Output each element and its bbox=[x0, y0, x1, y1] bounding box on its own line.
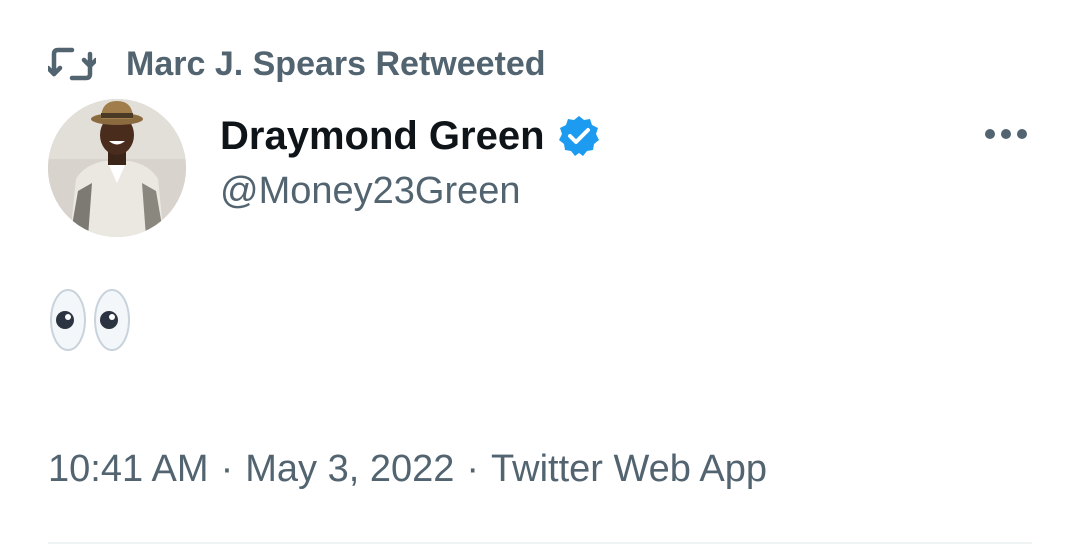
tweet-text bbox=[50, 288, 140, 354]
social-context[interactable]: Marc J. Spears Retweeted bbox=[48, 44, 546, 84]
retweet-icon bbox=[48, 44, 96, 84]
divider bbox=[48, 542, 1032, 544]
separator-dot: · bbox=[220, 447, 234, 490]
more-options-icon bbox=[984, 127, 1028, 145]
author-name-row[interactable]: Draymond Green bbox=[220, 110, 601, 162]
avatar[interactable] bbox=[48, 99, 186, 237]
separator-dot: · bbox=[466, 447, 480, 490]
eyes-emoji-icon bbox=[50, 289, 134, 356]
tweet-time[interactable]: 10:41 AM bbox=[48, 448, 209, 491]
tweet-metadata: 10:41 AM · May 3, 2022 · Twitter Web App bbox=[48, 444, 767, 494]
tweet-source[interactable]: Twitter Web App bbox=[491, 448, 767, 491]
retweeted-by-label[interactable]: Marc J. Spears Retweeted bbox=[126, 45, 546, 84]
verified-badge-icon bbox=[557, 114, 601, 158]
display-name[interactable]: Draymond Green bbox=[220, 114, 545, 159]
more-options-button[interactable] bbox=[978, 116, 1034, 156]
author-handle[interactable]: @Money23Green bbox=[220, 170, 521, 213]
tweet-date[interactable]: May 3, 2022 bbox=[245, 448, 454, 491]
